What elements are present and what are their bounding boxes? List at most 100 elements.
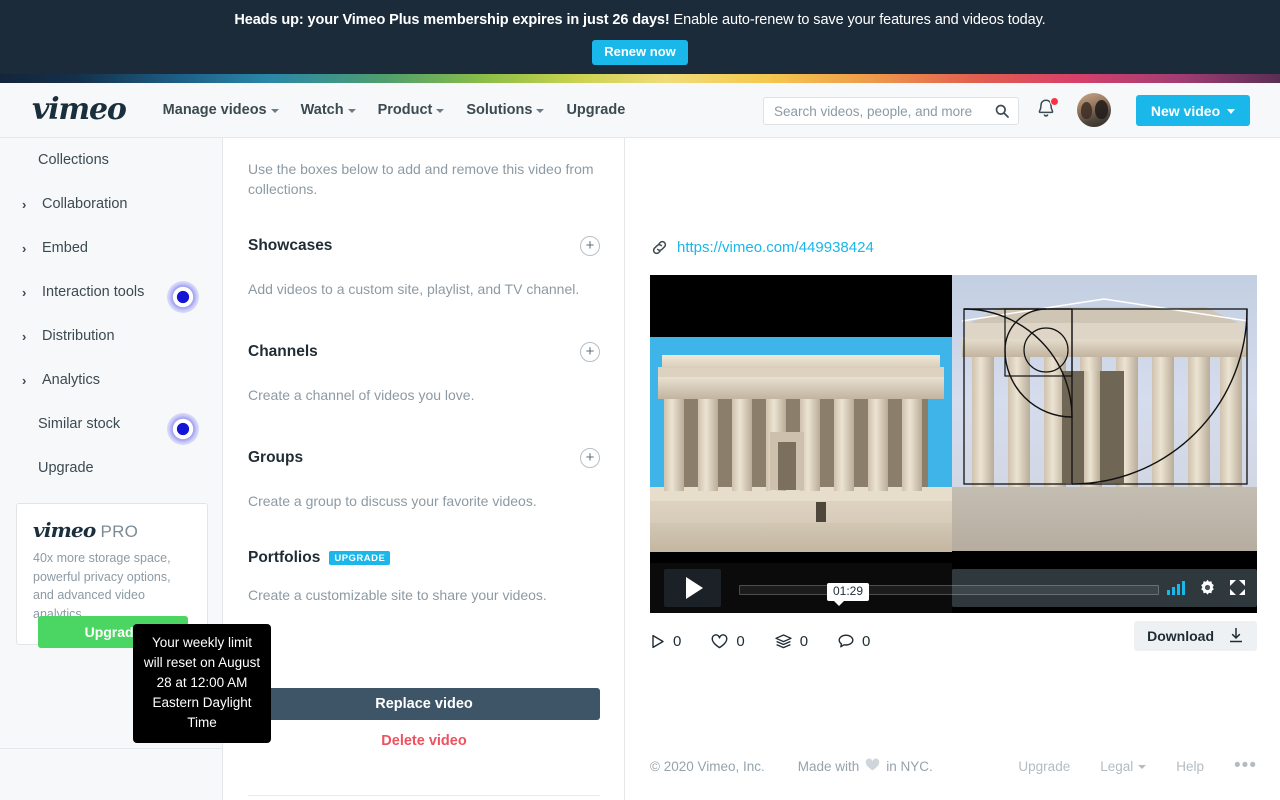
add-channel-button[interactable]: + <box>580 342 600 362</box>
chevron-down-icon <box>1138 765 1147 769</box>
chevron-down-icon <box>1227 109 1236 114</box>
play-icon <box>685 577 703 599</box>
stat-comments-count: 0 <box>862 633 871 650</box>
section-title-groups: Groups <box>248 449 304 466</box>
click-indicator-similar-stock <box>167 413 199 445</box>
vimeo-pro-logo: vimeo PRO <box>33 520 191 540</box>
section-row-channels: Channels + <box>248 342 600 362</box>
nav-label: Upgrade <box>566 102 626 118</box>
link-icon <box>651 239 668 256</box>
search-icon[interactable] <box>995 104 1009 118</box>
sidebar-item-analytics[interactable]: › Analytics <box>0 358 222 402</box>
replace-video-button[interactable]: Replace video <box>248 688 600 720</box>
section-desc-showcases: Add videos to a custom site, playlist, a… <box>248 281 580 297</box>
panel-top-mask <box>223 138 624 145</box>
vimeo-pro-logo-sub: PRO <box>100 522 139 541</box>
video-url-link[interactable]: https://vimeo.com/449938424 <box>677 239 874 256</box>
promo-light-text: Enable auto-renew to save your features … <box>669 12 1046 28</box>
comment-icon <box>838 634 854 648</box>
stat-collections-count: 0 <box>799 633 809 650</box>
play-button[interactable] <box>664 569 721 607</box>
weekly-limit-tooltip: Your weekly limit will reset on August 2… <box>133 624 271 743</box>
footer-links: Upgrade Legal Help ••• <box>1018 757 1257 775</box>
rainbow-divider <box>0 74 1280 83</box>
notifications-button[interactable] <box>1036 97 1059 122</box>
chevron-down-icon <box>270 109 279 113</box>
add-showcase-button[interactable]: + <box>580 236 600 256</box>
vimeo-logo[interactable]: vimeo <box>32 95 127 125</box>
nav-item-upgrade[interactable]: Upgrade <box>555 96 636 124</box>
sidebar-item-collaboration[interactable]: › Collaboration <box>0 182 222 226</box>
duration-tooltip: 01:29 <box>827 583 870 607</box>
progress-bar[interactable]: 01:29 <box>739 583 1159 607</box>
chevron-down-icon <box>347 109 356 113</box>
section-row-portfolios: Portfolios UPGRADE <box>248 549 600 567</box>
sidebar-item-upgrade[interactable]: Upgrade <box>0 446 222 490</box>
nav-item-manage-videos[interactable]: Manage videos <box>152 96 290 124</box>
section-title-showcases: Showcases <box>248 237 333 254</box>
chevron-right-icon: › <box>22 284 27 300</box>
video-link-row: https://vimeo.com/449938424 <box>651 239 874 256</box>
stat-plays-count: 0 <box>673 633 682 650</box>
quality-bars-icon[interactable] <box>1167 580 1185 595</box>
add-group-button[interactable]: + <box>580 448 600 468</box>
stat-collections: 0 <box>775 633 808 650</box>
footer-link-upgrade[interactable]: Upgrade <box>1018 759 1070 774</box>
video-frame-right-image <box>952 275 1257 551</box>
heart-icon <box>711 634 728 649</box>
new-video-button[interactable]: New video <box>1136 95 1250 126</box>
chevron-right-icon: › <box>22 372 27 388</box>
footer-link-help[interactable]: Help <box>1176 759 1204 774</box>
video-stats-row: 0 0 0 0 Download <box>650 621 1257 651</box>
promo-banner-text: Heads up: your Vimeo Plus membership exp… <box>234 13 1045 28</box>
search-box[interactable] <box>763 97 1019 125</box>
video-player[interactable]: 01:29 <box>650 275 1257 613</box>
promo-bold-text: Heads up: your Vimeo Plus membership exp… <box>234 12 670 28</box>
portfolios-label: Portfolios <box>248 549 321 566</box>
download-button[interactable]: Download <box>1134 621 1257 651</box>
fullscreen-icon[interactable] <box>1230 580 1245 595</box>
sidebar-item-label: Collections <box>38 151 109 168</box>
nav-item-watch[interactable]: Watch <box>290 96 367 124</box>
sidebar-item-distribution[interactable]: › Distribution <box>0 314 222 358</box>
footer-more-button[interactable]: ••• <box>1234 757 1257 775</box>
new-video-label: New video <box>1150 102 1221 119</box>
delete-video-button[interactable]: Delete video <box>248 733 600 749</box>
footer-copyright: © 2020 Vimeo, Inc. <box>650 758 765 774</box>
section-title-portfolios: Portfolios UPGRADE <box>248 549 391 567</box>
user-avatar[interactable] <box>1077 93 1111 127</box>
page-footer: © 2020 Vimeo, Inc. Made with in NYC. Upg… <box>650 757 1257 775</box>
footer-link-legal[interactable]: Legal <box>1100 759 1147 774</box>
section-desc-groups: Create a group to discuss your favorite … <box>248 493 537 509</box>
sidebar-item-label: Interaction tools <box>42 283 145 300</box>
section-row-groups: Groups + <box>248 448 600 468</box>
gear-icon[interactable] <box>1199 579 1216 596</box>
nav-item-solutions[interactable]: Solutions <box>455 96 555 124</box>
play-icon <box>652 634 664 649</box>
section-title-channels: Channels <box>248 343 318 360</box>
click-indicator-interaction-tools <box>167 281 199 313</box>
section-row-showcases: Showcases + <box>248 236 600 256</box>
player-controls: 01:29 <box>650 563 1257 613</box>
portfolios-upgrade-badge: UPGRADE <box>329 550 391 566</box>
sidebar-item-embed[interactable]: › Embed <box>0 226 222 270</box>
chevron-down-icon <box>436 109 445 113</box>
collections-subtitle: Use the boxes below to add and remove th… <box>248 161 594 198</box>
renew-now-button[interactable]: Renew now <box>592 39 688 65</box>
search-input[interactable] <box>764 103 995 119</box>
section-desc-channels: Create a channel of videos you love. <box>248 387 475 403</box>
heart-icon <box>865 758 880 774</box>
vimeo-pro-logo-main: vimeo <box>33 518 96 542</box>
download-icon <box>1228 627 1244 646</box>
sidebar-item-collections[interactable]: Collections <box>0 138 222 182</box>
chevron-right-icon: › <box>22 240 27 256</box>
footer-made-post: in NYC. <box>886 758 933 774</box>
stat-plays: 0 <box>650 633 681 650</box>
sidebar-item-label: Distribution <box>42 327 115 344</box>
download-label: Download <box>1147 628 1214 644</box>
notification-badge-dot <box>1050 97 1059 106</box>
sidebar-item-label: Collaboration <box>42 195 128 212</box>
sidebar-item-label: Similar stock <box>38 415 121 432</box>
nav-item-product[interactable]: Product <box>367 96 456 124</box>
collection-icon <box>775 634 792 649</box>
